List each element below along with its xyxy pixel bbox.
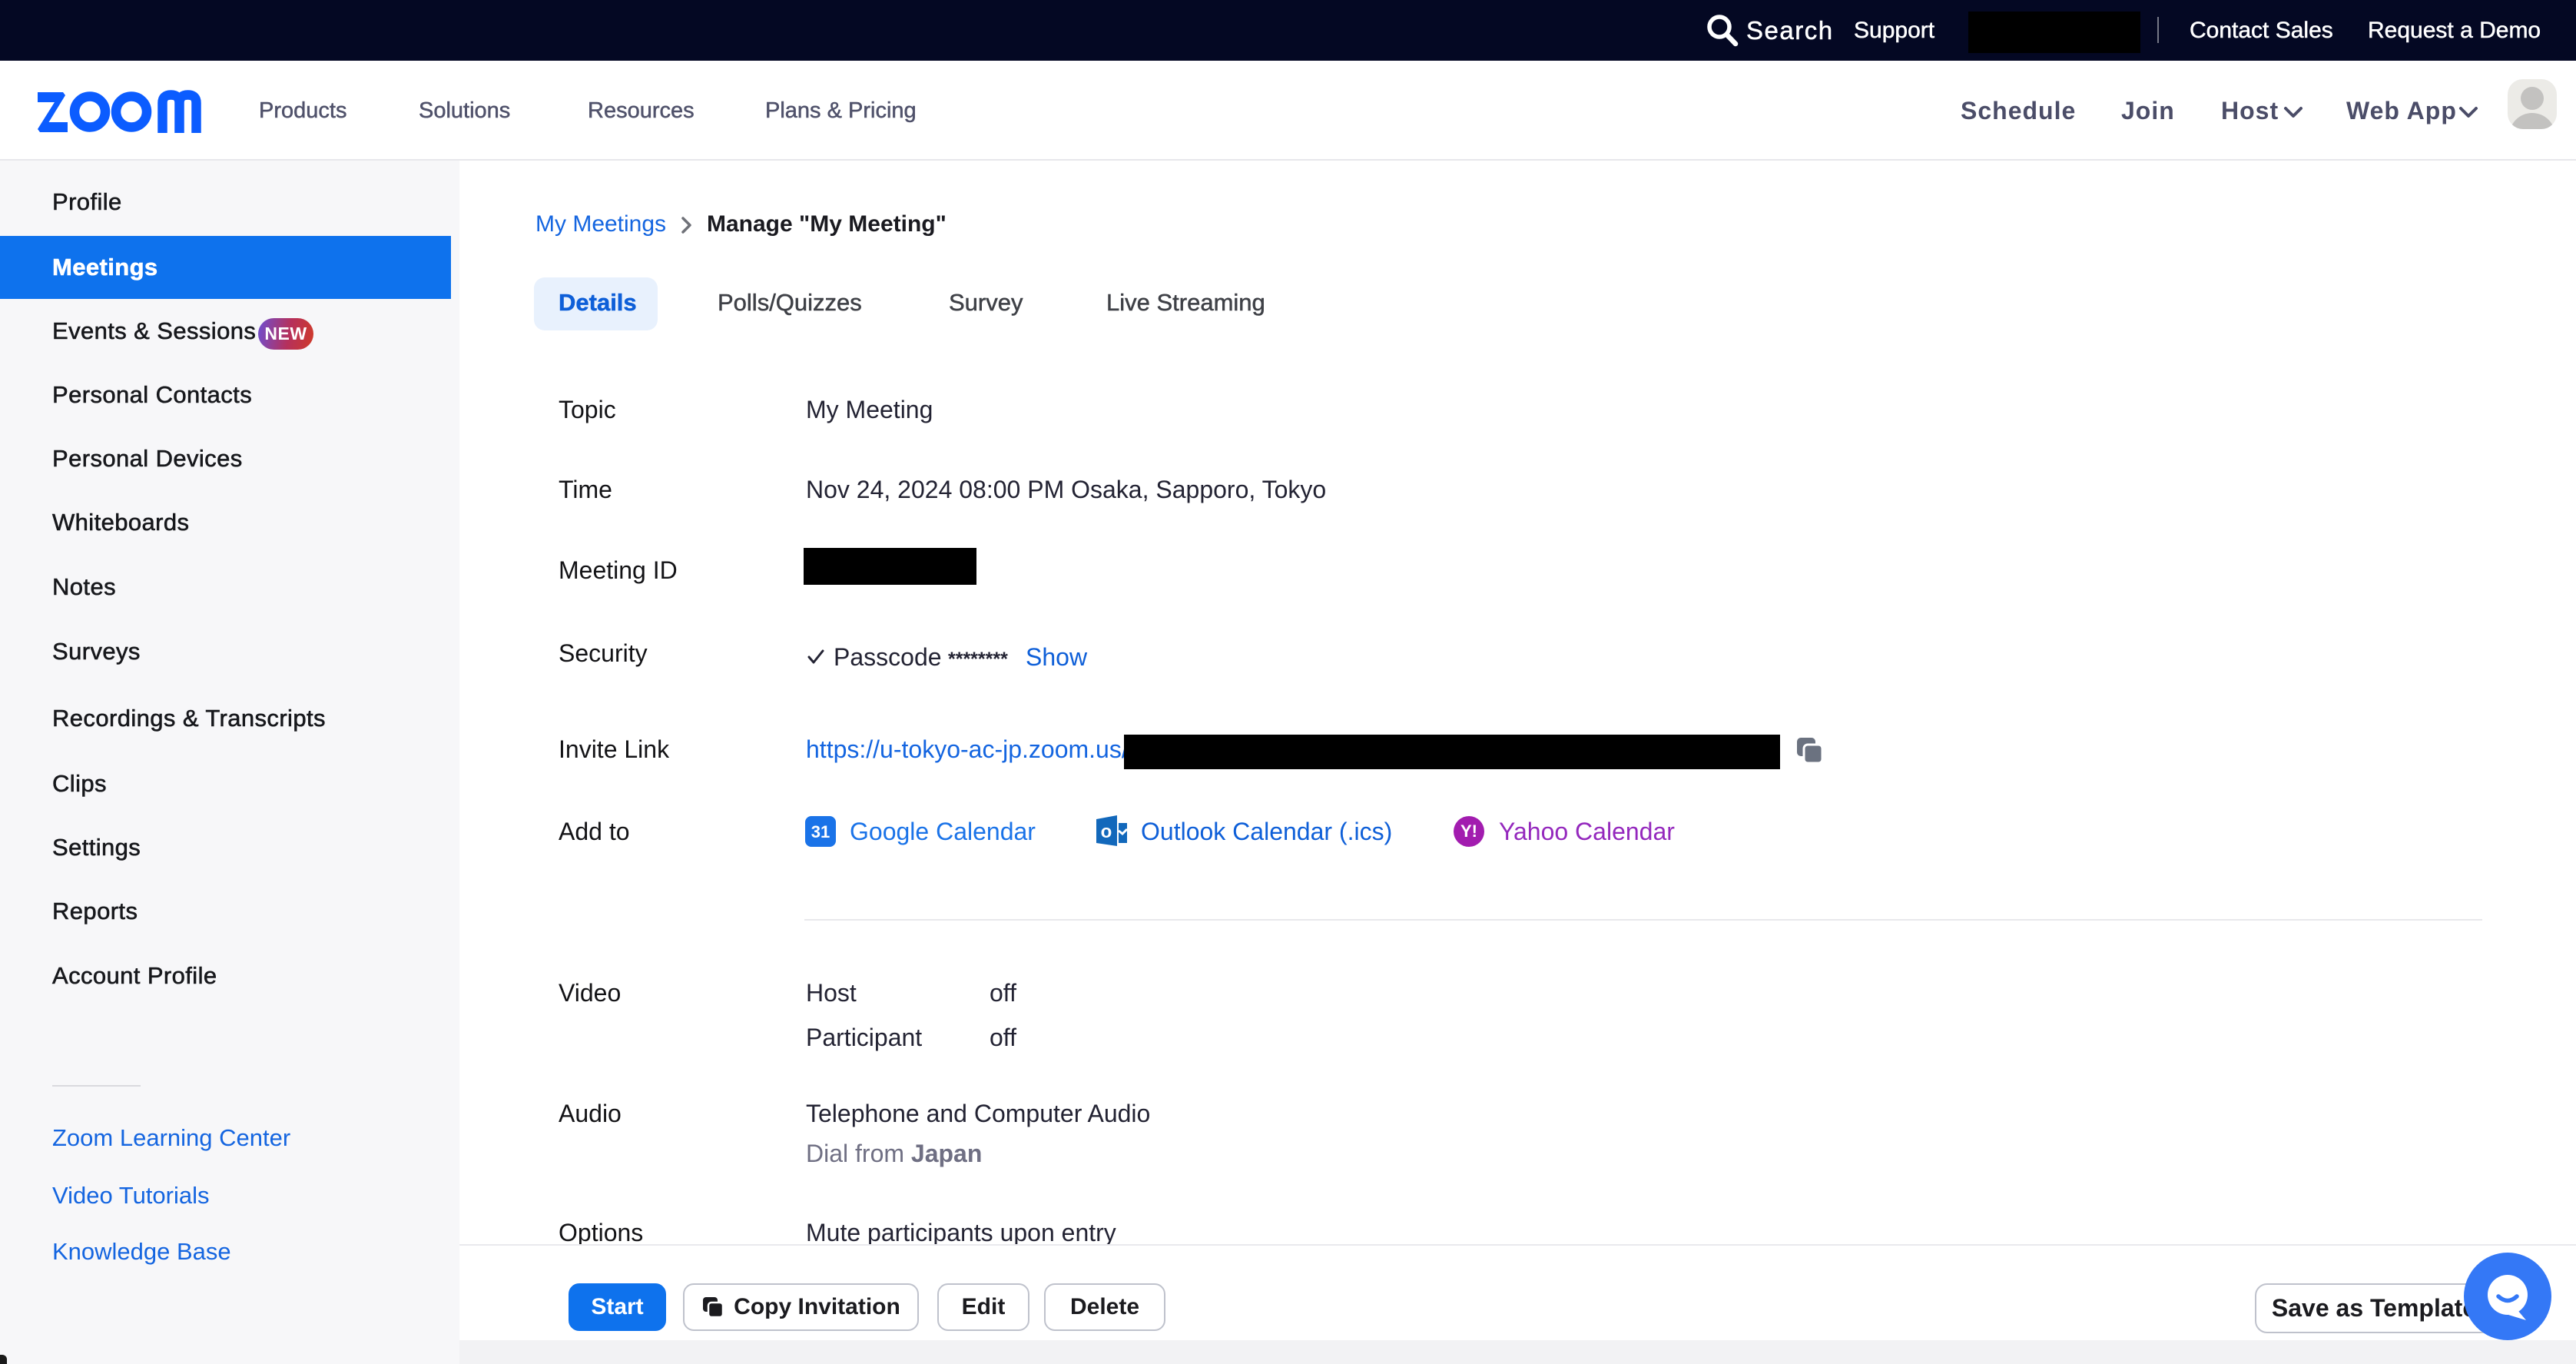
svg-text:o: o: [1101, 821, 1112, 842]
svg-text:31: 31: [811, 822, 830, 841]
